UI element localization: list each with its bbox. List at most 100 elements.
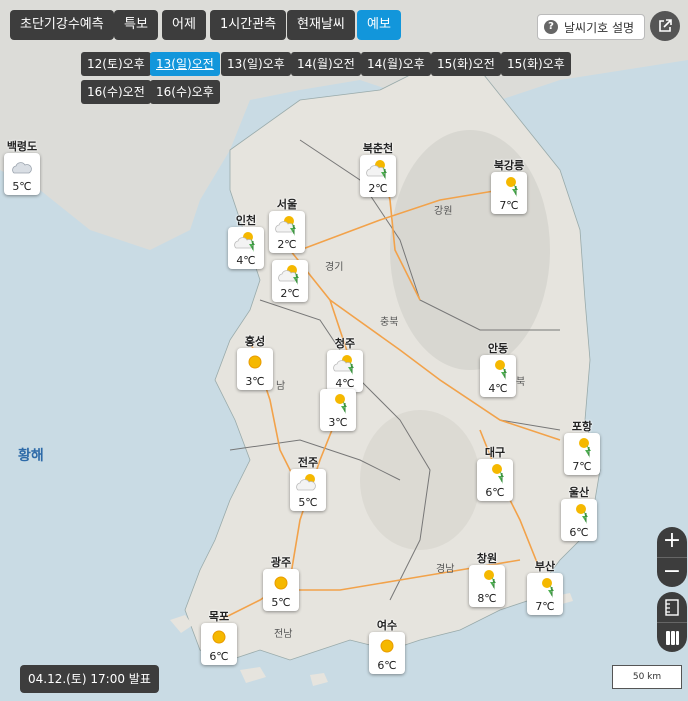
city-name: 울산 — [568, 486, 590, 499]
weather-icon — [212, 630, 226, 644]
region-label: 경기 — [325, 262, 344, 273]
city-marker[interactable]: 2℃ — [270, 245, 310, 302]
city-name: 백령도 — [6, 140, 38, 153]
external-link-icon — [659, 19, 672, 32]
layers-icon — [666, 631, 679, 645]
weather-icon — [275, 216, 296, 236]
city-temp: 6℃ — [485, 486, 505, 499]
city-name: 광주 — [270, 556, 292, 569]
weather-symbol-help-label: 날씨기호 설명 — [564, 20, 635, 35]
city-name: 전주 — [297, 456, 319, 469]
weather-icon — [333, 355, 354, 375]
layers-button[interactable] — [657, 622, 687, 652]
weather-icon — [492, 464, 504, 484]
weather-icon — [576, 504, 588, 524]
zoom-in-button[interactable]: + — [657, 527, 687, 557]
city-marker[interactable]: 목포 6℃ — [199, 608, 239, 665]
city-temp: 5℃ — [12, 180, 32, 193]
city-name: 포항 — [571, 420, 593, 433]
sea-label: 황해 — [18, 448, 44, 464]
time-button[interactable]: 14(월)오전 — [291, 52, 361, 76]
city-temp: 2℃ — [368, 182, 388, 195]
city-marker[interactable]: 울산 6℃ — [559, 484, 599, 541]
city-temp: 7℃ — [572, 460, 592, 473]
issued-time: 04.12.(토) 17:00 발표 — [20, 665, 159, 693]
time-button[interactable]: 15(화)오후 — [501, 52, 571, 76]
region-label: 전남 — [274, 629, 293, 640]
city-marker[interactable]: 포항 7℃ — [562, 418, 602, 475]
zoom-out-button[interactable]: − — [657, 557, 687, 587]
tab-hourly-obs[interactable]: 1시간관측 — [210, 10, 287, 40]
ruler-icon — [665, 599, 679, 616]
city-temp: 5℃ — [271, 596, 291, 609]
city-name: 홍성 — [244, 335, 266, 348]
city-temp: 5℃ — [298, 496, 318, 509]
city-temp: 4℃ — [488, 382, 508, 395]
time-button[interactable]: 16(수)오후 — [150, 80, 220, 104]
city-temp: 2℃ — [280, 287, 300, 300]
region-label: 경남 — [436, 564, 455, 575]
city-marker[interactable]: 홍성 3℃ — [235, 333, 275, 390]
city-marker[interactable]: 북춘천 2℃ — [358, 140, 398, 197]
city-marker[interactable]: 인천 4℃ — [226, 212, 266, 269]
city-marker[interactable]: 여수 6℃ — [367, 617, 407, 674]
weather-icon — [495, 360, 507, 380]
city-marker[interactable]: 전주 5℃ — [288, 454, 328, 511]
city-name: 북춘천 — [362, 142, 394, 155]
weather-icon — [542, 578, 554, 598]
city-name: 인천 — [235, 214, 257, 227]
weather-icon — [278, 265, 299, 285]
city-marker[interactable]: 3℃ — [318, 374, 358, 431]
weather-symbol-help-button[interactable]: ? 날씨기호 설명 — [537, 14, 645, 40]
city-temp: 3℃ — [328, 416, 348, 429]
city-marker[interactable]: 대구 6℃ — [475, 444, 515, 501]
city-name: 서울 — [276, 198, 298, 211]
city-name: 대구 — [484, 446, 506, 459]
tab-warnings[interactable]: 특보 — [114, 10, 158, 40]
city-name: 부산 — [534, 560, 556, 573]
tab-nowcast[interactable]: 초단기강수예측 — [10, 10, 114, 40]
city-name: 목포 — [208, 610, 230, 623]
time-button[interactable]: 16(수)오전 — [81, 80, 151, 104]
ruler-button[interactable] — [657, 592, 687, 622]
tab-current-weather[interactable]: 현재날씨 — [287, 10, 355, 40]
city-marker[interactable]: 부산 7℃ — [525, 558, 565, 615]
city-name: 안동 — [487, 342, 509, 355]
city-temp: 6℃ — [209, 650, 229, 663]
city-temp: 7℃ — [535, 600, 555, 613]
city-marker[interactable]: 백령도 5℃ — [2, 138, 42, 195]
scale-bar: 50 km — [612, 665, 682, 689]
city-name: 북강릉 — [493, 159, 525, 172]
weather-icon — [248, 355, 262, 369]
city-marker[interactable]: 안동 4℃ — [478, 340, 518, 397]
weather-icon — [506, 177, 518, 197]
weather-icon — [335, 394, 347, 414]
city-temp: 6℃ — [377, 659, 397, 672]
city-name — [318, 374, 358, 388]
region-label: 충북 — [380, 317, 399, 328]
time-button[interactable]: 13(일)오후 — [221, 52, 291, 76]
time-button[interactable]: 13(일)오전 — [150, 52, 220, 76]
external-link-button[interactable] — [650, 11, 680, 41]
question-icon: ? — [544, 20, 558, 34]
time-button[interactable]: 12(토)오후 — [81, 52, 151, 76]
tab-yesterday[interactable]: 어제 — [162, 10, 206, 40]
time-button[interactable]: 15(화)오전 — [431, 52, 501, 76]
city-name: 창원 — [476, 552, 498, 565]
city-temp: 3℃ — [245, 375, 265, 388]
city-temp: 8℃ — [477, 592, 497, 605]
tab-forecast[interactable]: 예보 — [357, 10, 401, 40]
city-name: 청주 — [334, 337, 356, 350]
city-temp: 4℃ — [236, 254, 256, 267]
time-button[interactable]: 14(월)오후 — [361, 52, 431, 76]
region-label: 남 — [276, 381, 286, 392]
weather-icon — [380, 639, 394, 653]
city-marker[interactable]: 광주 5℃ — [261, 554, 301, 611]
weather-icon — [274, 576, 288, 590]
weather-icon — [12, 162, 32, 174]
city-marker[interactable]: 창원 8℃ — [467, 550, 507, 607]
city-name — [270, 245, 310, 259]
city-temp: 7℃ — [499, 199, 519, 212]
region-label: 강원 — [434, 206, 453, 217]
city-marker[interactable]: 북강릉 7℃ — [489, 157, 529, 214]
